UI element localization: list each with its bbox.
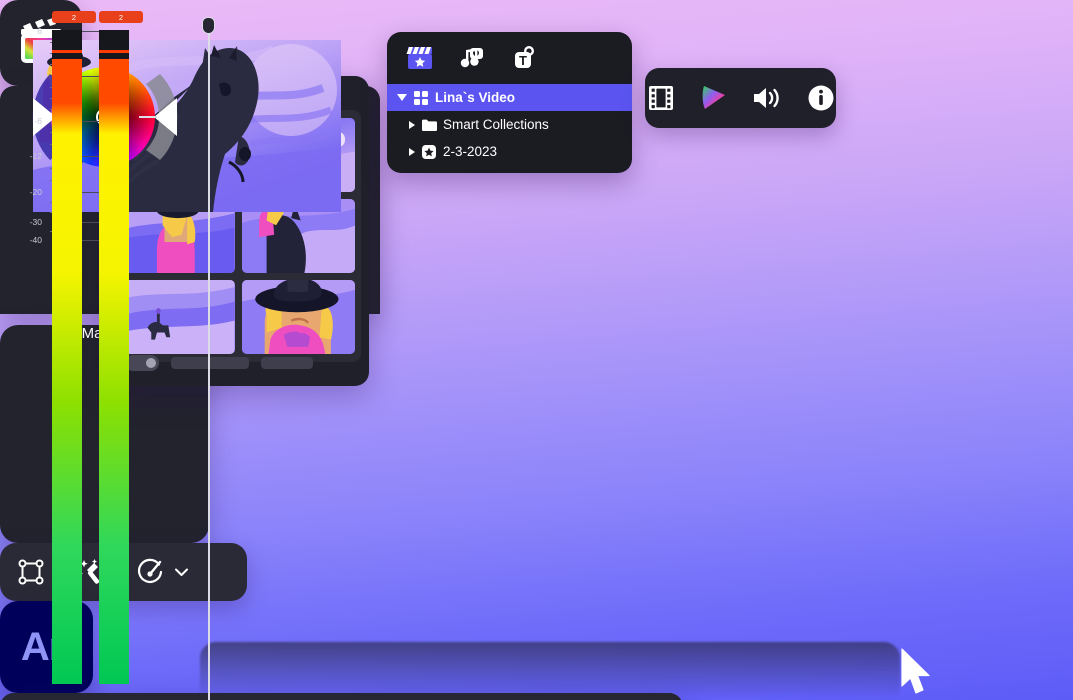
audio-channel-label: 2 xyxy=(52,11,96,23)
film-strip-icon[interactable] xyxy=(645,81,676,115)
inspector-tab-bar xyxy=(645,68,836,128)
titles-generators-icon[interactable]: T xyxy=(509,43,539,73)
browser-footer-bar xyxy=(115,348,361,378)
meter-scale-label: -6 xyxy=(34,116,42,126)
meter-scale-label: -40 xyxy=(29,235,42,245)
wheel-tick-right xyxy=(139,116,157,118)
clapperboard-star-icon[interactable] xyxy=(405,43,435,73)
audio-meter-channel-2 xyxy=(99,30,129,684)
music-photos-icon[interactable] xyxy=(457,43,487,73)
library-row-label: 2-3-2023 xyxy=(443,144,498,159)
color-triangle-icon[interactable] xyxy=(698,81,729,115)
browser-thumb-rider-distance[interactable] xyxy=(121,280,235,354)
grid-icon xyxy=(414,90,428,105)
library-row-label: Lina`s Video xyxy=(435,90,516,105)
info-circle-icon[interactable] xyxy=(805,81,836,115)
audio-meter-channel-1 xyxy=(52,30,82,684)
library-sidebar-panel: T Lina`s Video Smart Collections 2-3-202… xyxy=(387,32,632,173)
panel-reflection xyxy=(200,642,900,700)
mouse-pointer-icon xyxy=(900,648,934,700)
browser-search-placeholder[interactable] xyxy=(261,357,313,369)
library-row-linas-video[interactable]: Lina`s Video xyxy=(387,84,632,111)
chevron-right-icon[interactable] xyxy=(409,147,415,156)
timecode-bar: 01:01:06:07 xyxy=(0,693,683,700)
library-tab-bar: T xyxy=(387,32,632,84)
audio-meter-peak xyxy=(52,50,82,53)
meter-scale-label: -12 xyxy=(29,151,42,161)
library-row-smart-collections[interactable]: Smart Collections xyxy=(387,111,632,138)
meter-scale-label: -20 xyxy=(29,187,42,197)
browser-thumb-hat-closeup[interactable] xyxy=(241,280,355,354)
timeline-playhead[interactable] xyxy=(202,17,215,700)
browser-view-toggle[interactable] xyxy=(125,355,159,371)
library-rows: Lina`s Video Smart Collections 2-3-2023 xyxy=(387,84,632,165)
svg-text:T: T xyxy=(519,53,527,68)
audio-meter-fill xyxy=(99,59,129,684)
browser-filter-placeholder[interactable] xyxy=(171,357,249,369)
meter-scale-label: 0 xyxy=(37,71,42,81)
chevron-down-icon[interactable] xyxy=(397,94,407,101)
meter-scale-label: -30 xyxy=(29,217,42,227)
audio-meter-peak xyxy=(99,50,129,53)
speaker-volume-icon[interactable] xyxy=(751,81,783,115)
timeline-panel: 01:01:06:07 01:00:05:00:00 01:00:10:00:0… xyxy=(0,17,683,700)
audio-channel-label: 2 xyxy=(99,11,143,23)
chevron-down-icon[interactable] xyxy=(170,557,192,587)
speed-gauge-icon[interactable] xyxy=(134,555,168,589)
library-row-date[interactable]: 2-3-2023 xyxy=(387,138,632,165)
audio-meter-fill xyxy=(52,59,82,684)
library-row-label: Smart Collections xyxy=(443,117,549,132)
meter-scale-label: 6 xyxy=(37,26,42,36)
folder-icon xyxy=(422,119,437,131)
star-badge-icon xyxy=(422,144,436,159)
audio-meter-scale: 6 0 -6 -12 -20 -30 -40 xyxy=(10,26,128,688)
chevron-right-icon[interactable] xyxy=(409,120,415,129)
